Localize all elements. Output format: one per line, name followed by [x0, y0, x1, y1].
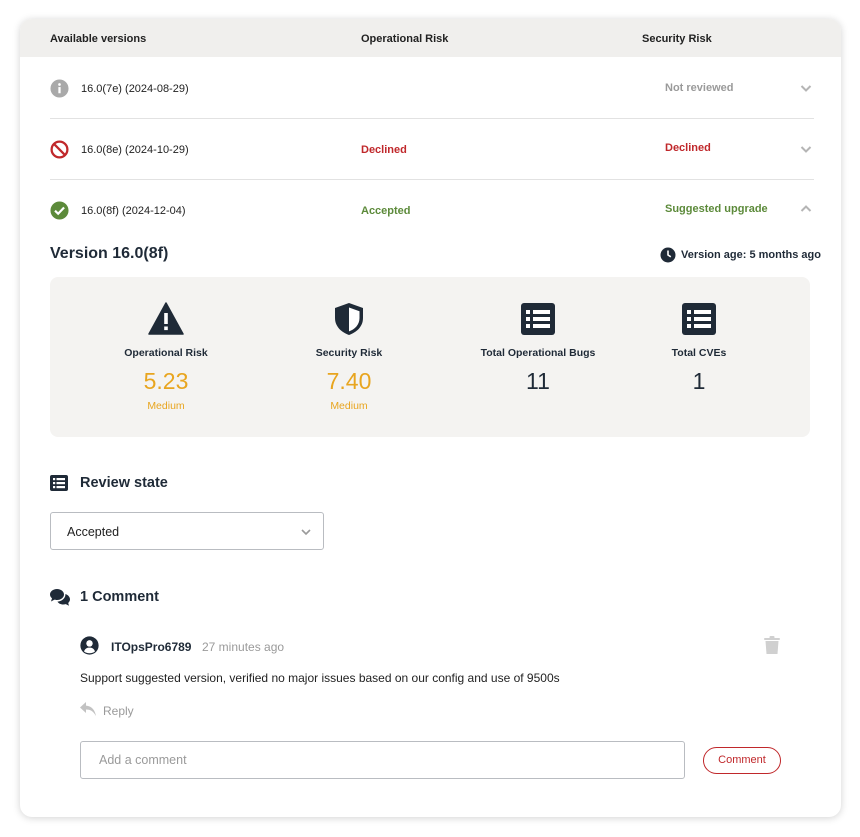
reply-icon: [80, 702, 96, 716]
check-circle-icon: [50, 201, 69, 220]
version-label: 16.0(8f) (2024-12-04): [81, 205, 186, 217]
trash-icon[interactable]: [764, 636, 780, 654]
stat-value: 5.23: [143, 368, 189, 394]
version-row[interactable]: 16.0(8e) (2024-10-29) Declined Declined: [50, 119, 814, 179]
stat-total-cves: Total CVEs 1: [624, 277, 774, 437]
version-row[interactable]: 16.0(7e) (2024-08-29) Not reviewed: [50, 58, 814, 118]
review-state-title: Review state: [80, 475, 168, 491]
list-icon: [682, 303, 716, 335]
stat-value: 11: [526, 368, 550, 394]
list-icon: [521, 303, 555, 335]
comment-submit-button[interactable]: Comment: [703, 747, 781, 774]
review-state-select[interactable]: Accepted: [50, 512, 324, 550]
comments-count: 1 Comment: [80, 589, 159, 605]
stat-label: Total Operational Bugs: [480, 347, 596, 359]
header-security-risk: Security Risk: [642, 33, 712, 45]
chevron-down-icon: [301, 529, 311, 536]
version-age-text: Version age: 5 months ago: [681, 249, 821, 261]
version-review-card: Available versions Operational Risk Secu…: [20, 19, 841, 817]
add-comment-input[interactable]: [80, 741, 685, 779]
stat-label: Security Risk: [315, 347, 383, 359]
chevron-down-icon[interactable]: [800, 143, 812, 155]
chevron-up-icon[interactable]: [800, 203, 812, 215]
stat-value: 1: [692, 368, 706, 394]
stat-security-risk: Security Risk 7.40 Medium: [274, 277, 424, 437]
stat-sub: Medium: [147, 400, 185, 412]
comments-icon: [50, 589, 70, 606]
prohibited-icon: [50, 140, 69, 159]
warning-icon: [148, 302, 184, 335]
version-label: 16.0(7e) (2024-08-29): [81, 83, 189, 95]
list-icon: [50, 475, 68, 491]
chevron-down-icon[interactable]: [800, 82, 812, 94]
version-row[interactable]: 16.0(8f) (2024-12-04) Accepted Suggested…: [50, 180, 814, 240]
stat-sub: Medium: [330, 400, 368, 412]
header-available-versions: Available versions: [50, 33, 147, 45]
review-state-value: Accepted: [67, 525, 120, 539]
stat-operational-bugs: Total Operational Bugs 11: [463, 277, 613, 437]
reply-label: Reply: [103, 704, 134, 718]
version-label: 16.0(8e) (2024-10-29): [81, 144, 189, 156]
operational-status: Accepted: [361, 205, 411, 217]
version-title: Version 16.0(8f): [50, 245, 169, 262]
operational-status: Declined: [361, 144, 407, 156]
comment-username[interactable]: ITOpsPro6789: [111, 640, 191, 654]
security-status: Suggested upgrade: [665, 203, 768, 215]
comment-item: ITOpsPro6789 27 minutes ago Support sugg…: [80, 634, 785, 734]
security-status: Declined: [665, 142, 711, 154]
stat-value: 7.40: [326, 368, 372, 394]
user-avatar-icon: [80, 636, 99, 655]
stat-label: Operational Risk: [124, 347, 208, 359]
security-status: Not reviewed: [665, 82, 734, 94]
header-operational-risk: Operational Risk: [361, 33, 449, 45]
stat-label: Total CVEs: [671, 347, 727, 359]
table-header: Available versions Operational Risk Secu…: [20, 19, 841, 57]
stat-operational-risk: Operational Risk 5.23 Medium: [91, 277, 241, 437]
comment-text: Support suggested version, verified no m…: [80, 671, 560, 685]
info-icon: [50, 79, 69, 98]
shield-icon: [335, 303, 363, 335]
clock-icon: [660, 247, 676, 263]
risk-stats-panel: Operational Risk 5.23 Medium Security Ri…: [50, 277, 810, 437]
comment-timestamp: 27 minutes ago: [202, 640, 285, 654]
